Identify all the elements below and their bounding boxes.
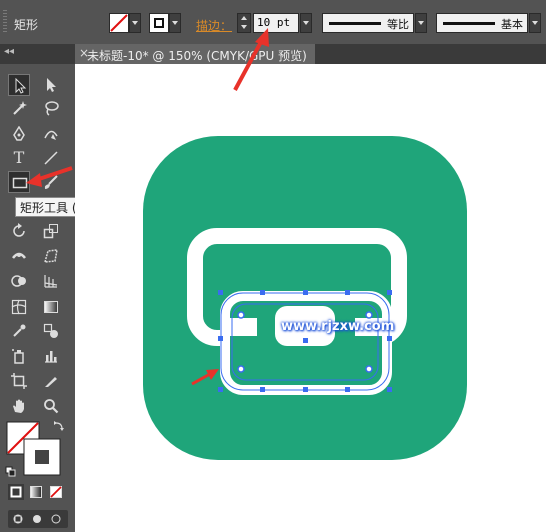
free-transform-tool[interactable] [40,245,62,267]
none-mode-button[interactable] [48,484,64,500]
column-graph-icon [45,351,57,363]
stroke-weight-stepper[interactable] [237,13,251,33]
paintbrush-icon [44,175,58,189]
website-watermark: www.rjzxw.com [281,319,395,334]
variable-width-profile-select[interactable]: 等比 [322,13,414,33]
artwork [143,136,467,460]
hand-icon [13,399,24,413]
stroke-weight-input[interactable]: 10 pt [253,13,299,33]
brush-line-preview [443,22,495,25]
stroke-weight-dropdown-arrow[interactable] [300,13,312,33]
rotate-icon [13,223,25,237]
fill-dropdown-arrow[interactable] [129,13,141,33]
perspective-grid-icon [44,275,58,288]
eyedropper-tool[interactable] [8,320,30,342]
none-square-icon [50,486,62,498]
brush-definition-select[interactable]: 基本 [436,13,528,33]
stroke-swatch[interactable] [149,13,169,33]
perspective-grid-tool[interactable] [40,270,62,292]
slice-knife-icon [45,377,57,387]
document-tab[interactable]: × 未标题-10* @ 150% (CMYK/GPU 预览) [75,44,315,64]
magic-wand-tool[interactable] [8,97,30,119]
rotate-tool[interactable] [8,220,30,242]
selection-arrow-icon [15,78,27,94]
lasso-icon [45,101,59,116]
line-segment-tool[interactable] [40,147,62,169]
left-tab-shape[interactable] [225,318,257,336]
rectangle-icon [12,177,28,189]
toolbox: T [0,64,75,532]
blend-tool[interactable] [40,320,62,342]
draw-modes-group[interactable] [8,510,68,528]
line-segment-icon [44,151,58,165]
pen-nib-icon [13,126,25,141]
slice-tool[interactable] [40,370,62,392]
magic-wand-icon [13,101,27,115]
pen-tool[interactable] [8,123,30,145]
lasso-tool[interactable] [40,97,62,119]
blend-icon [43,323,58,338]
curvature-pen-icon [44,130,58,140]
swap-fill-stroke-icon[interactable] [54,421,64,431]
gradient-tool[interactable] [40,296,62,318]
direct-selection-arrow-icon [47,78,56,92]
zoom-tool[interactable] [40,395,62,417]
artboard-tool[interactable] [8,370,30,392]
default-colors-icon[interactable] [5,466,16,477]
gradient-mode-button[interactable] [28,484,44,500]
type-tool[interactable]: T [8,147,30,169]
current-tool-name: 矩形 [14,18,39,32]
color-square-icon [10,486,22,498]
color-mode-button[interactable] [8,484,24,500]
fill-swatch[interactable] [109,13,129,33]
width-tool-icon [12,252,26,259]
selection-tool[interactable] [8,74,30,96]
stepper-up-icon[interactable] [241,16,247,20]
artboard-canvas[interactable]: www.rjzxw.com [75,64,546,532]
direct-selection-tool[interactable] [40,74,62,96]
fill-stroke-swatches[interactable] [4,419,74,487]
stepper-down-icon[interactable] [241,25,247,29]
brush-dropdown-arrow[interactable] [529,13,541,33]
scale-tool[interactable] [40,220,62,242]
stroke-color-inner [35,450,49,464]
free-transform-icon [43,249,58,263]
stroke-dropdown-arrow[interactable] [169,13,181,33]
gradient-icon [44,301,58,313]
profile-dropdown-arrow[interactable] [415,13,427,33]
scale-icon [43,224,58,239]
curvature-tool[interactable] [40,123,62,145]
variable-width-profile-value: 等比 [387,18,409,31]
stroke-weight-label[interactable]: 描边： [196,17,232,34]
eyedropper-icon [13,324,26,337]
width-tool[interactable] [8,245,30,267]
artboard-icon [11,373,27,389]
none-swatch-icon [110,14,128,32]
column-graph-tool[interactable] [40,345,62,367]
zoom-magnifier-icon [44,399,59,414]
draw-modes-icon [13,514,61,524]
rectangle-tool[interactable] [8,171,30,193]
control-bar: 矩形 描边： 10 pt 等比 基本 [0,0,546,45]
shape-builder-icon [11,275,26,287]
profile-line-preview [329,22,381,25]
stroke-swatch-icon [154,18,164,28]
paintbrush-tool[interactable] [40,171,62,193]
gradient-square-icon [30,486,42,498]
mesh-icon [11,299,27,315]
brush-definition-value: 基本 [501,18,523,31]
shape-builder-tool[interactable] [8,270,30,292]
control-bar-grip[interactable] [3,10,7,34]
symbol-sprayer-tool[interactable] [8,345,30,367]
toolbox-collapse-icon[interactable]: ◂◂ [4,46,14,57]
document-tab-title: 未标题-10* @ 150% (CMYK/GPU 预览) [87,49,307,63]
symbol-sprayer-icon [12,349,24,364]
mesh-tool[interactable] [8,296,30,318]
hand-tool[interactable] [8,395,30,417]
